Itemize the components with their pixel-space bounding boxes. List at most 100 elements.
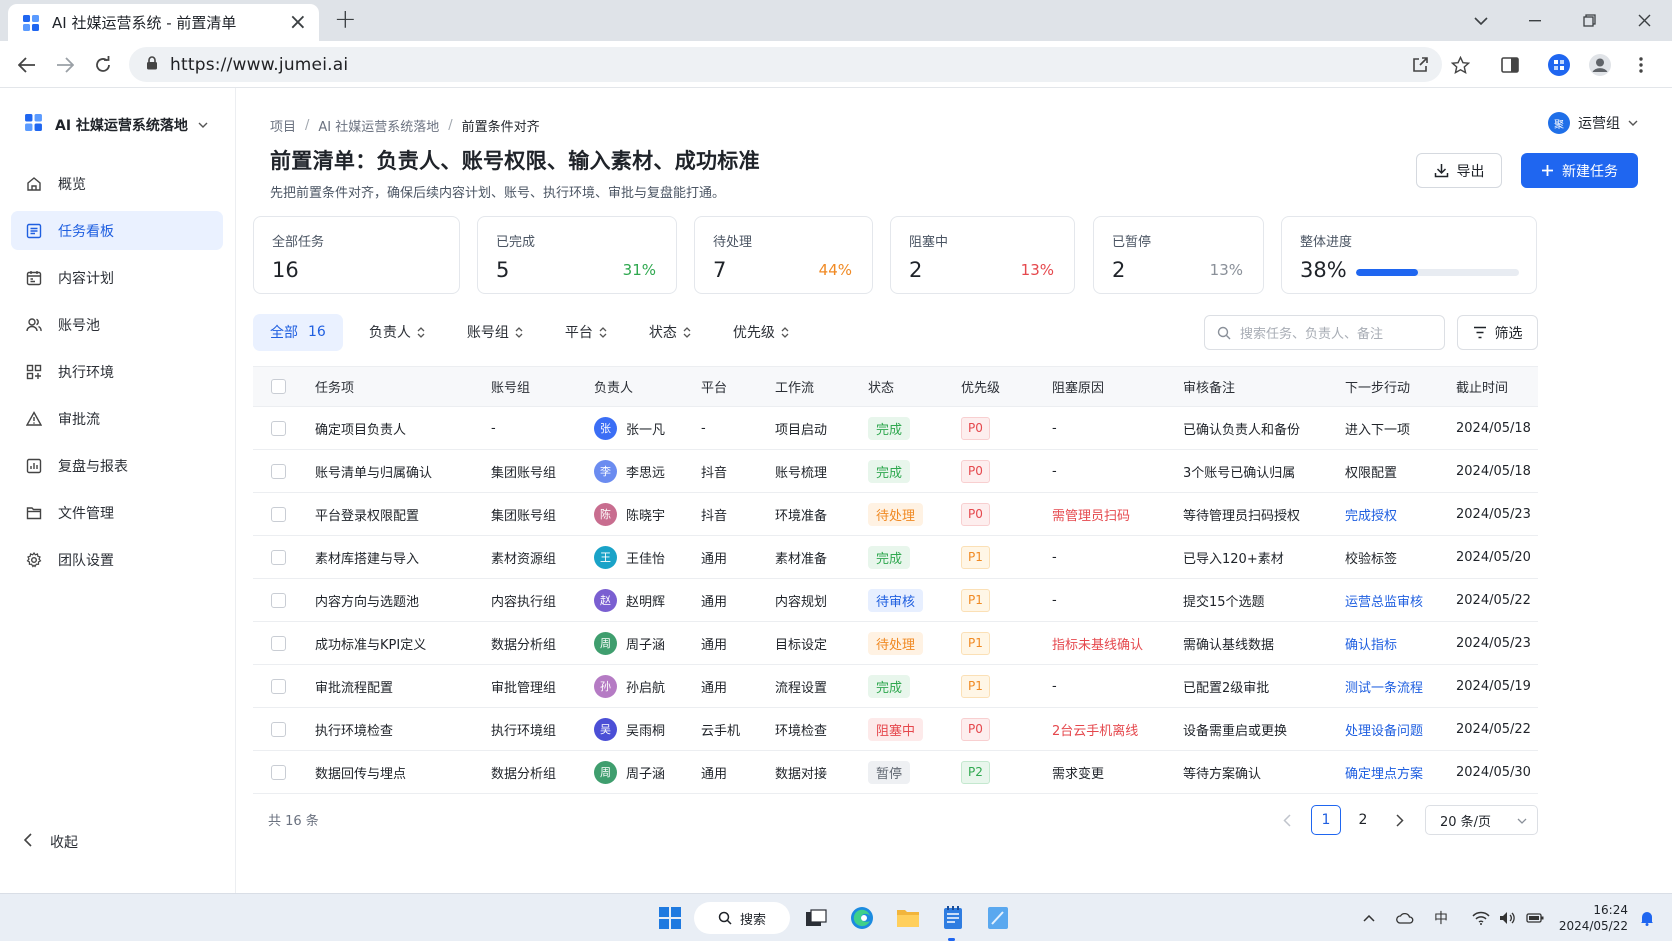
row-checkbox[interactable] <box>271 622 286 664</box>
edge-browser-icon[interactable] <box>846 902 878 934</box>
task-name[interactable]: 账号清单与归属确认 <box>315 450 432 492</box>
restore-icon[interactable] <box>1563 0 1615 41</box>
column-header[interactable]: 下一步行动 <box>1345 367 1410 406</box>
notepad-icon[interactable] <box>937 902 969 934</box>
export-button[interactable]: 导出 <box>1416 153 1502 188</box>
project-switcher[interactable]: AI 社媒运营系统落地 <box>24 113 208 136</box>
row-checkbox[interactable] <box>271 536 286 578</box>
filter-all-chip[interactable]: 全部 16 <box>253 313 343 351</box>
table-row[interactable]: 确定项目负责人 - 张张一凡 - 项目启动 完成 P0 - 已确认负责人和备份 进入下一项 2024… <box>253 407 1538 450</box>
next-action[interactable]: 测试一条流程 <box>1345 665 1423 707</box>
next-action[interactable]: 运营总监审核 <box>1345 579 1423 621</box>
profile-avatar-icon[interactable] <box>1586 51 1614 79</box>
system-clock[interactable]: 16:24 2024/05/22 <box>1558 902 1628 934</box>
column-header[interactable]: 优先级 <box>961 367 1000 406</box>
file-explorer-icon[interactable] <box>892 902 924 934</box>
breadcrumb-projects[interactable]: 项目 <box>270 116 296 135</box>
back-icon[interactable] <box>12 50 42 80</box>
sidebar-item-reports[interactable]: 复盘与报表 <box>11 446 223 485</box>
filter-status-dropdown[interactable]: 状态 <box>649 322 691 342</box>
column-header[interactable]: 账号组 <box>491 367 530 406</box>
sidebar-item-files[interactable]: 文件管理 <box>11 493 223 532</box>
column-header[interactable]: 状态 <box>868 367 894 406</box>
ime-indicator[interactable]: 中 <box>1430 907 1452 929</box>
task-name[interactable]: 内容方向与选题池 <box>315 579 419 621</box>
filter-account-group-dropdown[interactable]: 账号组 <box>467 322 523 342</box>
select-all-checkbox[interactable] <box>271 367 286 406</box>
taskbar-search[interactable]: 搜索 <box>694 902 790 934</box>
table-row[interactable]: 成功标准与KPI定义 数据分析组 周周子涵 通用 目标设定 待处理 P1 指标未基线确认 需确认… <box>253 622 1538 665</box>
app-note-icon[interactable] <box>982 902 1014 934</box>
share-icon[interactable] <box>1406 51 1434 79</box>
sidebar-item-approval[interactable]: 审批流 <box>11 399 223 438</box>
reload-icon[interactable] <box>88 50 118 80</box>
row-checkbox[interactable] <box>271 493 286 535</box>
next-page-icon[interactable] <box>1390 805 1410 835</box>
column-header[interactable]: 审核备注 <box>1183 367 1235 406</box>
sidebar-item-team-settings[interactable]: 团队设置 <box>11 540 223 579</box>
minimize-icon[interactable] <box>1509 0 1561 41</box>
page-button-2[interactable]: 2 <box>1353 805 1373 835</box>
next-action[interactable]: 完成授权 <box>1345 493 1397 535</box>
sidebar-item-account-pool[interactable]: 账号池 <box>11 305 223 344</box>
table-row[interactable]: 内容方向与选题池 内容执行组 赵赵明辉 通用 内容规划 待审核 P1 - 提交15个选题 运营总监… <box>253 579 1538 622</box>
notification-bell-icon[interactable] <box>1636 907 1658 929</box>
task-name[interactable]: 执行环境检查 <box>315 708 393 750</box>
table-row[interactable]: 账号清单与归属确认 集团账号组 李李思远 抖音 账号梳理 完成 P0 - 3个账号已确认归属 权限… <box>253 450 1538 493</box>
row-checkbox[interactable] <box>271 708 286 750</box>
sidebar-item-content-plan[interactable]: 内容计划 <box>11 258 223 297</box>
next-action[interactable]: 处理设备问题 <box>1345 708 1423 750</box>
collapse-sidebar-button[interactable]: 收起 <box>23 832 78 852</box>
row-checkbox[interactable] <box>271 579 286 621</box>
task-view-icon[interactable] <box>800 902 832 934</box>
bookmark-star-icon[interactable] <box>1446 51 1474 79</box>
row-checkbox[interactable] <box>271 407 286 449</box>
column-header[interactable]: 负责人 <box>594 367 633 406</box>
volume-icon[interactable] <box>1497 907 1519 929</box>
table-row[interactable]: 素材库搭建与导入 素材资源组 王王佳怡 通用 素材准备 完成 P1 - 已导入120+素材 校验标… <box>253 536 1538 579</box>
team-switcher[interactable]: 聚 运营组 <box>1548 112 1638 134</box>
table-row[interactable]: 审批流程配置 审批管理组 孙孙启航 通用 流程设置 完成 P1 - 已配置2级审批 测试一条流程 2… <box>253 665 1538 708</box>
column-header[interactable]: 任务项 <box>315 367 354 406</box>
task-name[interactable]: 素材库搭建与导入 <box>315 536 419 578</box>
sidebar-item-overview[interactable]: 概览 <box>11 164 223 203</box>
table-row[interactable]: 执行环境检查 执行环境组 吴吴雨桐 云手机 环境检查 阻塞中 P0 2台云手机离线 设备需重启或… <box>253 708 1538 751</box>
task-name[interactable]: 成功标准与KPI定义 <box>315 622 426 664</box>
row-checkbox[interactable] <box>271 450 286 492</box>
breadcrumb-project[interactable]: AI 社媒运营系统落地 <box>318 116 439 135</box>
browser-tab[interactable]: AI 社媒运营系统 - 前置清单 × <box>8 4 319 41</box>
close-window-icon[interactable] <box>1618 0 1670 41</box>
battery-icon[interactable] <box>1524 907 1546 929</box>
table-row[interactable]: 平台登录权限配置 集团账号组 陈陈晓宇 抖音 环境准备 待处理 P0 需管理员扫码 等待管理员扫… <box>253 493 1538 536</box>
row-checkbox[interactable] <box>271 751 286 793</box>
sidebar-item-environment[interactable]: 执行环境 <box>11 352 223 391</box>
column-header[interactable]: 工作流 <box>775 367 814 406</box>
prev-page-icon[interactable] <box>1277 805 1297 835</box>
filter-priority-dropdown[interactable]: 优先级 <box>733 322 789 342</box>
new-tab-icon[interactable]: + <box>334 4 357 36</box>
close-tab-icon[interactable]: × <box>289 11 307 34</box>
side-panel-icon[interactable] <box>1496 51 1524 79</box>
task-name[interactable]: 确定项目负责人 <box>315 407 406 449</box>
address-bar[interactable]: https://www.jumei.ai <box>129 47 1442 82</box>
column-header[interactable]: 截止时间 <box>1456 367 1508 406</box>
filter-owner-dropdown[interactable]: 负责人 <box>369 322 425 342</box>
browser-menu-icon[interactable] <box>1627 51 1655 79</box>
extension-icon[interactable] <box>1545 51 1573 79</box>
page-size-select[interactable]: 20 条/页 <box>1425 805 1538 835</box>
filter-platform-dropdown[interactable]: 平台 <box>565 322 607 342</box>
sidebar-item-task-board[interactable]: 任务看板 <box>11 211 223 250</box>
task-name[interactable]: 审批流程配置 <box>315 665 393 707</box>
row-checkbox[interactable] <box>271 665 286 707</box>
tray-chevron-up-icon[interactable] <box>1358 907 1380 929</box>
onedrive-icon[interactable] <box>1394 907 1416 929</box>
table-row[interactable]: 数据回传与埋点 数据分析组 周周子涵 通用 数据对接 暂停 P2 需求变更 等待方案确认 确定埋点… <box>253 751 1538 794</box>
column-header[interactable]: 阻塞原因 <box>1052 367 1104 406</box>
page-button-1[interactable]: 1 <box>1311 805 1341 835</box>
task-name[interactable]: 平台登录权限配置 <box>315 493 419 535</box>
search-input[interactable]: 搜索任务、负责人、备注 <box>1204 315 1445 350</box>
wifi-icon[interactable] <box>1470 907 1492 929</box>
next-action[interactable]: 确认指标 <box>1345 622 1397 664</box>
next-action[interactable]: 确定埋点方案 <box>1345 751 1423 793</box>
forward-icon[interactable] <box>50 50 80 80</box>
